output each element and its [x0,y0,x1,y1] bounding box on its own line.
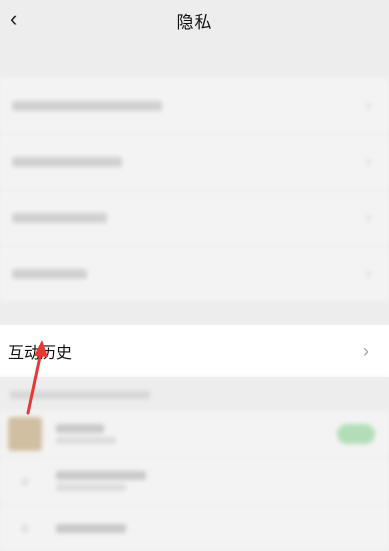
chevron-right-icon: › [365,152,371,170]
page-title: 隐私 [176,12,213,32]
settings-group: › › › › [0,78,389,301]
settings-row[interactable]: › [0,78,389,134]
section-header [0,40,389,78]
chevron-left-icon: ‹ [10,6,18,31]
top-bar: ‹ 隐私 [0,0,389,40]
chevron-right-icon: › [363,340,369,361]
blurred-settings-section: › › › › [0,40,389,301]
contact-row[interactable]: ☺ [0,505,389,551]
user-icon: ☺ [18,474,32,488]
contact-row[interactable]: ☺ [0,458,389,505]
settings-row[interactable]: › [0,246,389,301]
blurred-contacts-section: ☺ ☺ [0,377,389,551]
settings-row[interactable]: › [0,134,389,190]
interaction-history-label: 互动历史 [8,345,73,362]
interaction-history-row[interactable]: 互动历史 › [0,325,389,377]
toggle-switch[interactable] [337,424,375,444]
section-header [0,377,389,411]
section-gap [0,301,389,325]
chevron-right-icon: › [365,208,371,226]
avatar [8,417,42,451]
contact-row[interactable] [0,411,389,458]
chevron-right-icon: › [365,264,371,282]
chevron-right-icon: › [365,96,371,114]
settings-row[interactable]: › [0,190,389,246]
user-icon: ☺ [18,521,32,535]
back-button[interactable]: ‹ [10,6,17,32]
